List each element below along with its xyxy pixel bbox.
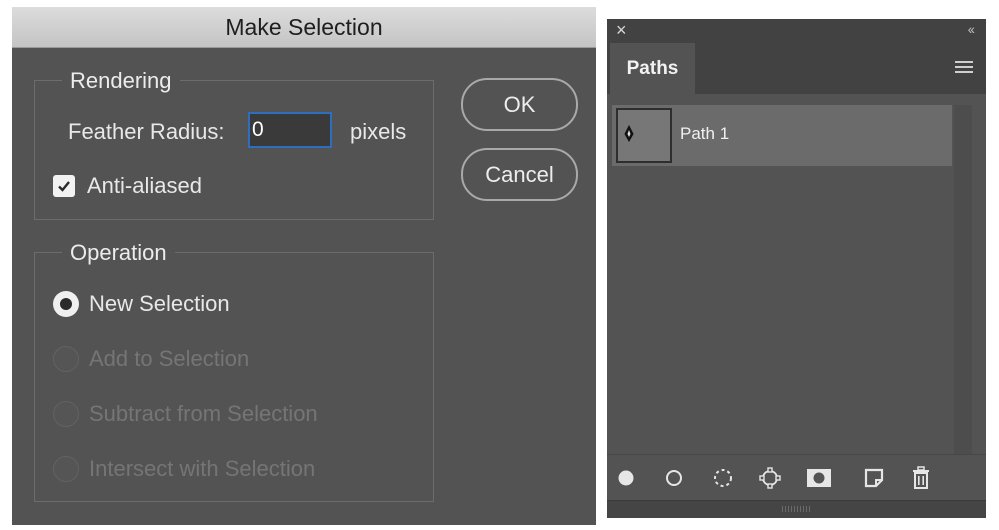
divider [607, 454, 986, 455]
fill-path-icon[interactable] [613, 465, 639, 491]
dialog-title: Make Selection [12, 7, 596, 48]
path-thumbnail [616, 108, 672, 163]
paths-panel: × ‹‹ Paths Path 1 [607, 19, 986, 518]
panel-tabstrip: Paths [607, 43, 986, 94]
panel-header: × ‹‹ [607, 19, 986, 43]
new-selection-label: New Selection [89, 291, 230, 316]
add-to-selection-label: Add to Selection [89, 346, 250, 371]
anti-aliased-label: Anti-aliased [87, 173, 202, 198]
delete-path-icon[interactable] [908, 465, 934, 491]
operation-legend: Operation [62, 240, 175, 266]
resize-grip[interactable] [782, 506, 812, 512]
cancel-button[interactable]: Cancel [461, 148, 578, 201]
add-to-selection-radio[interactable] [53, 346, 79, 372]
new-selection-radio[interactable] [53, 291, 79, 317]
subtract-from-selection-label: Subtract from Selection [89, 401, 318, 426]
rendering-legend: Rendering [62, 68, 180, 94]
path-list-item[interactable]: Path 1 [612, 105, 952, 166]
stroke-path-icon[interactable] [661, 465, 687, 491]
ok-button[interactable]: OK [461, 78, 578, 131]
checkmark-icon [58, 181, 70, 192]
close-icon[interactable]: × [616, 20, 627, 41]
subtract-from-selection-radio[interactable] [53, 401, 79, 427]
pen-path-icon [624, 124, 634, 143]
make-selection-dialog: Make Selection Rendering Feather Radius:… [12, 7, 596, 525]
scrollbar-track[interactable] [954, 105, 972, 454]
anti-aliased-checkbox[interactable] [53, 175, 75, 197]
make-work-path-icon[interactable] [757, 465, 783, 491]
rendering-group: Rendering [34, 68, 434, 220]
panel-menu-icon[interactable] [955, 61, 973, 75]
intersect-with-selection-radio[interactable] [53, 456, 79, 482]
panel-footer [607, 500, 986, 518]
feather-radius-label: Feather Radius: [68, 119, 225, 144]
path-name: Path 1 [680, 124, 730, 143]
create-new-path-icon[interactable] [861, 465, 887, 491]
feather-unit-label: pixels [350, 119, 407, 144]
tab-paths[interactable]: Paths [610, 43, 695, 94]
feather-radius-input[interactable] [248, 112, 332, 148]
load-as-selection-icon[interactable] [710, 465, 736, 491]
collapse-icon[interactable]: ‹‹ [968, 21, 975, 37]
intersect-with-selection-label: Intersect with Selection [89, 456, 316, 481]
add-mask-icon[interactable] [806, 465, 832, 491]
